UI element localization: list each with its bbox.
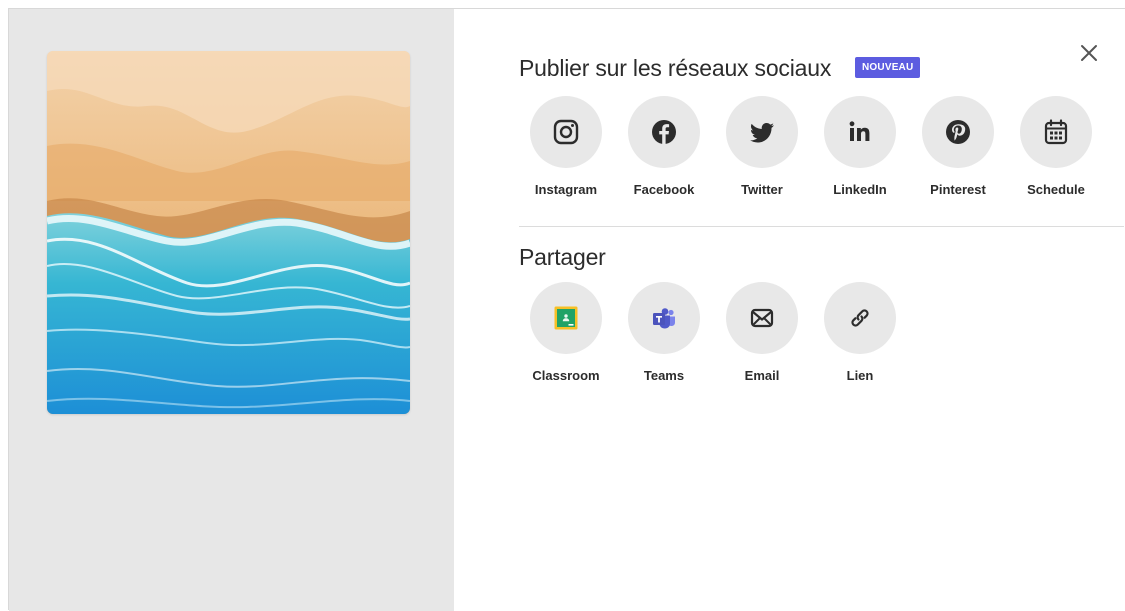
close-icon <box>1081 45 1097 61</box>
pinterest-button[interactable]: Pinterest <box>909 96 1007 197</box>
linkedin-label: LinkedIn <box>833 182 887 197</box>
google-classroom-icon <box>551 303 581 333</box>
close-button[interactable] <box>1077 41 1101 65</box>
share-dialog: Publier sur les réseaux sociaux NOUVEAU … <box>8 8 1125 611</box>
microsoft-teams-icon <box>649 303 679 333</box>
instagram-button[interactable]: Instagram <box>517 96 615 197</box>
facebook-label: Facebook <box>633 182 695 197</box>
teams-label: Teams <box>643 368 685 383</box>
facebook-icon <box>649 117 679 147</box>
twitter-icon <box>747 117 777 147</box>
schedule-button[interactable]: Schedule <box>1007 96 1105 197</box>
linkedin-button[interactable]: LinkedIn <box>811 96 909 197</box>
social-section-title: Publier sur les réseaux sociaux <box>519 55 832 81</box>
link-button[interactable]: Lien <box>811 282 909 383</box>
teams-button[interactable]: Teams <box>615 282 713 383</box>
instagram-label: Instagram <box>534 182 598 197</box>
pinterest-icon <box>943 117 973 147</box>
email-label: Email <box>744 368 780 383</box>
section-divider <box>519 226 1124 227</box>
facebook-button[interactable]: Facebook <box>615 96 713 197</box>
pinterest-label: Pinterest <box>930 182 986 197</box>
email-icon <box>747 303 777 333</box>
instagram-icon <box>551 117 581 147</box>
preview-pane <box>9 9 454 611</box>
calendar-icon <box>1041 117 1071 147</box>
twitter-label: Twitter <box>741 182 783 197</box>
schedule-label: Schedule <box>1027 182 1085 197</box>
linkedin-icon <box>845 117 875 147</box>
classroom-label: Classroom <box>532 368 600 383</box>
classroom-button[interactable]: Classroom <box>517 282 615 383</box>
share-section-title: Partager <box>519 244 606 270</box>
new-badge: NOUVEAU <box>855 57 921 78</box>
preview-image <box>47 51 410 414</box>
link-label: Lien <box>846 368 874 383</box>
link-icon <box>845 303 875 333</box>
email-button[interactable]: Email <box>713 282 811 383</box>
twitter-button[interactable]: Twitter <box>713 96 811 197</box>
